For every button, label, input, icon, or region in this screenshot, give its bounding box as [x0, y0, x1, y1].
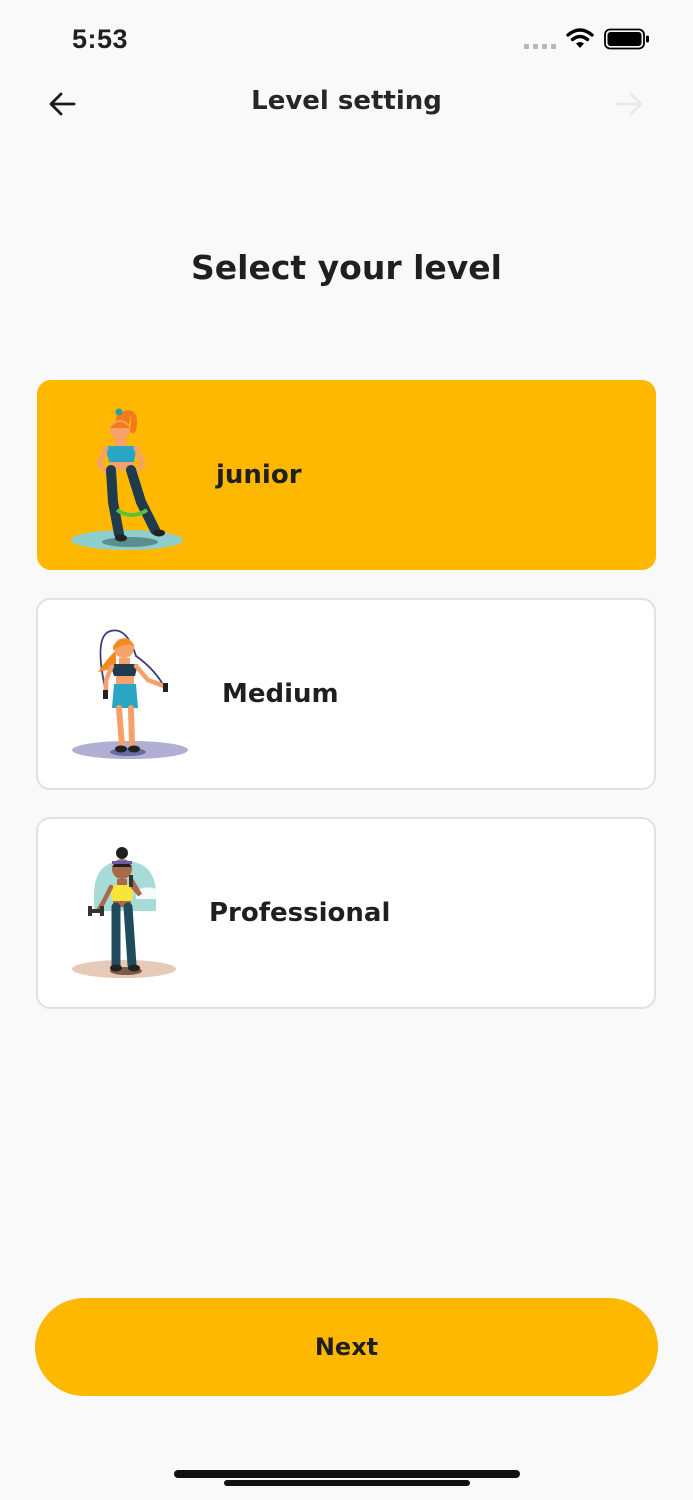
page-title: Level setting: [251, 86, 442, 116]
level-card-junior[interactable]: junior: [37, 380, 656, 570]
home-indicator: [174, 1470, 520, 1478]
forward-button[interactable]: [608, 84, 652, 124]
status-bar: 5:53: [0, 0, 693, 80]
level-card-professional[interactable]: Professional: [36, 817, 656, 1009]
level-label-junior: junior: [216, 460, 302, 490]
wifi-icon: [566, 28, 594, 48]
level-card-medium[interactable]: Medium: [36, 598, 656, 790]
signal-dots-icon: [524, 44, 556, 50]
arrow-right-icon: [616, 92, 643, 116]
battery-icon: [604, 28, 649, 50]
level-label-medium: Medium: [222, 679, 339, 709]
jump-rope-woman-illustration: [72, 629, 188, 759]
level-label-professional: Professional: [209, 898, 391, 928]
select-level-heading: Select your level: [190, 248, 502, 287]
dumbbell-woman-illustration: [72, 847, 176, 978]
resistance-band-woman-illustration: [71, 408, 183, 550]
status-time: 5:53: [72, 24, 129, 54]
home-indicator-shadow: [224, 1480, 470, 1486]
next-button[interactable]: Next: [35, 1298, 658, 1396]
nav-bar: Level setting: [0, 70, 693, 136]
